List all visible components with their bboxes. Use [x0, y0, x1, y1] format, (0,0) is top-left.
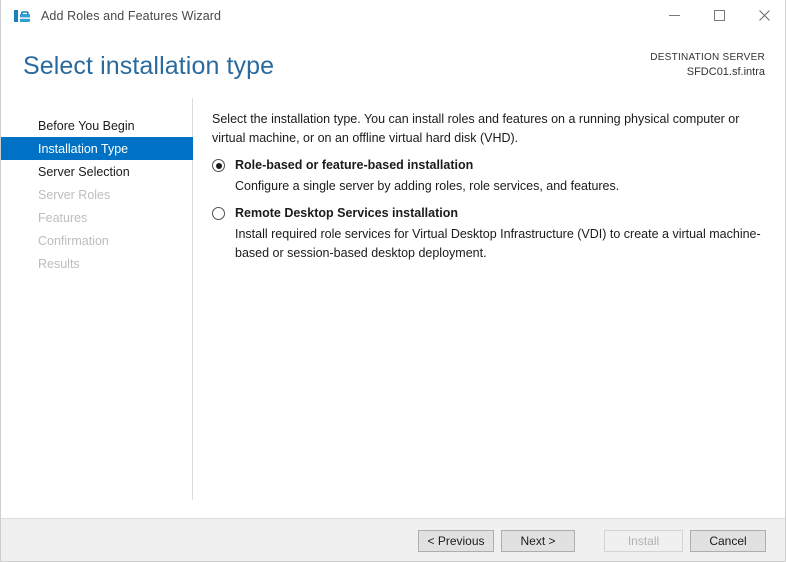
destination-server-value: SFDC01.sf.intra [650, 65, 765, 80]
page-title: Select installation type [23, 52, 274, 81]
sidebar-item-installation-type[interactable]: Installation Type [1, 137, 193, 160]
destination-server-label: DESTINATION SERVER [650, 51, 765, 65]
sidebar-item-features: Features [1, 206, 193, 229]
sidebar-item-confirmation: Confirmation [1, 229, 193, 252]
sidebar-item-results: Results [1, 252, 193, 275]
minimize-button[interactable] [652, 0, 697, 31]
option-label: Role-based or feature-based installation [235, 157, 473, 174]
wizard-footer: < Previous Next > Install Cancel [1, 518, 786, 562]
radio-remote-desktop-services-installation[interactable] [212, 207, 225, 220]
page-header: Select installation type DESTINATION SER… [1, 32, 786, 98]
title-bar: Add Roles and Features Wizard [1, 0, 786, 33]
radio-role-based-installation[interactable] [212, 159, 225, 172]
option-description: Configure a single server by adding role… [235, 177, 785, 196]
sidebar-item-server-selection[interactable]: Server Selection [1, 160, 193, 183]
next-button[interactable]: Next > [501, 530, 575, 552]
minimize-icon [669, 10, 680, 21]
sidebar-item-label: Installation Type [38, 142, 128, 156]
sidebar-item-label: Server Roles [38, 188, 110, 202]
destination-server-block: DESTINATION SERVER SFDC01.sf.intra [650, 51, 765, 79]
installation-option-role-based[interactable]: Role-based or feature-based installation… [212, 157, 772, 196]
close-button[interactable] [742, 0, 786, 31]
sidebar-item-server-roles: Server Roles [1, 183, 193, 206]
close-icon [759, 10, 770, 21]
wizard-content-pane: Select the installation type. You can in… [193, 98, 786, 500]
add-roles-wizard-window: Add Roles and Features Wizard Select ins… [0, 0, 786, 562]
window-title: Add Roles and Features Wizard [41, 9, 221, 23]
cancel-button[interactable]: Cancel [690, 530, 766, 552]
maximize-button[interactable] [697, 0, 742, 31]
intro-text: Select the installation type. You can in… [212, 110, 767, 148]
wizard-navigation-sidebar: Before You Begin Installation Type Serve… [1, 98, 193, 500]
option-description: Install required role services for Virtu… [235, 225, 785, 263]
option-header: Role-based or feature-based installation [212, 157, 772, 174]
installation-option-remote-desktop-services[interactable]: Remote Desktop Services installation Ins… [212, 205, 772, 263]
wizard-body: Before You Begin Installation Type Serve… [1, 98, 786, 518]
sidebar-item-label: Results [38, 257, 80, 271]
wizard-toolbox-icon [13, 7, 31, 25]
sidebar-item-label: Features [38, 211, 87, 225]
sidebar-item-label: Server Selection [38, 165, 130, 179]
option-header: Remote Desktop Services installation [212, 205, 772, 222]
sidebar-item-label: Before You Begin [38, 119, 135, 133]
previous-button[interactable]: < Previous [418, 530, 494, 552]
window-controls [652, 0, 786, 32]
sidebar-item-before-you-begin[interactable]: Before You Begin [1, 114, 193, 137]
maximize-icon [714, 10, 725, 21]
install-button: Install [604, 530, 683, 552]
option-label: Remote Desktop Services installation [235, 205, 458, 222]
sidebar-item-label: Confirmation [38, 234, 109, 248]
